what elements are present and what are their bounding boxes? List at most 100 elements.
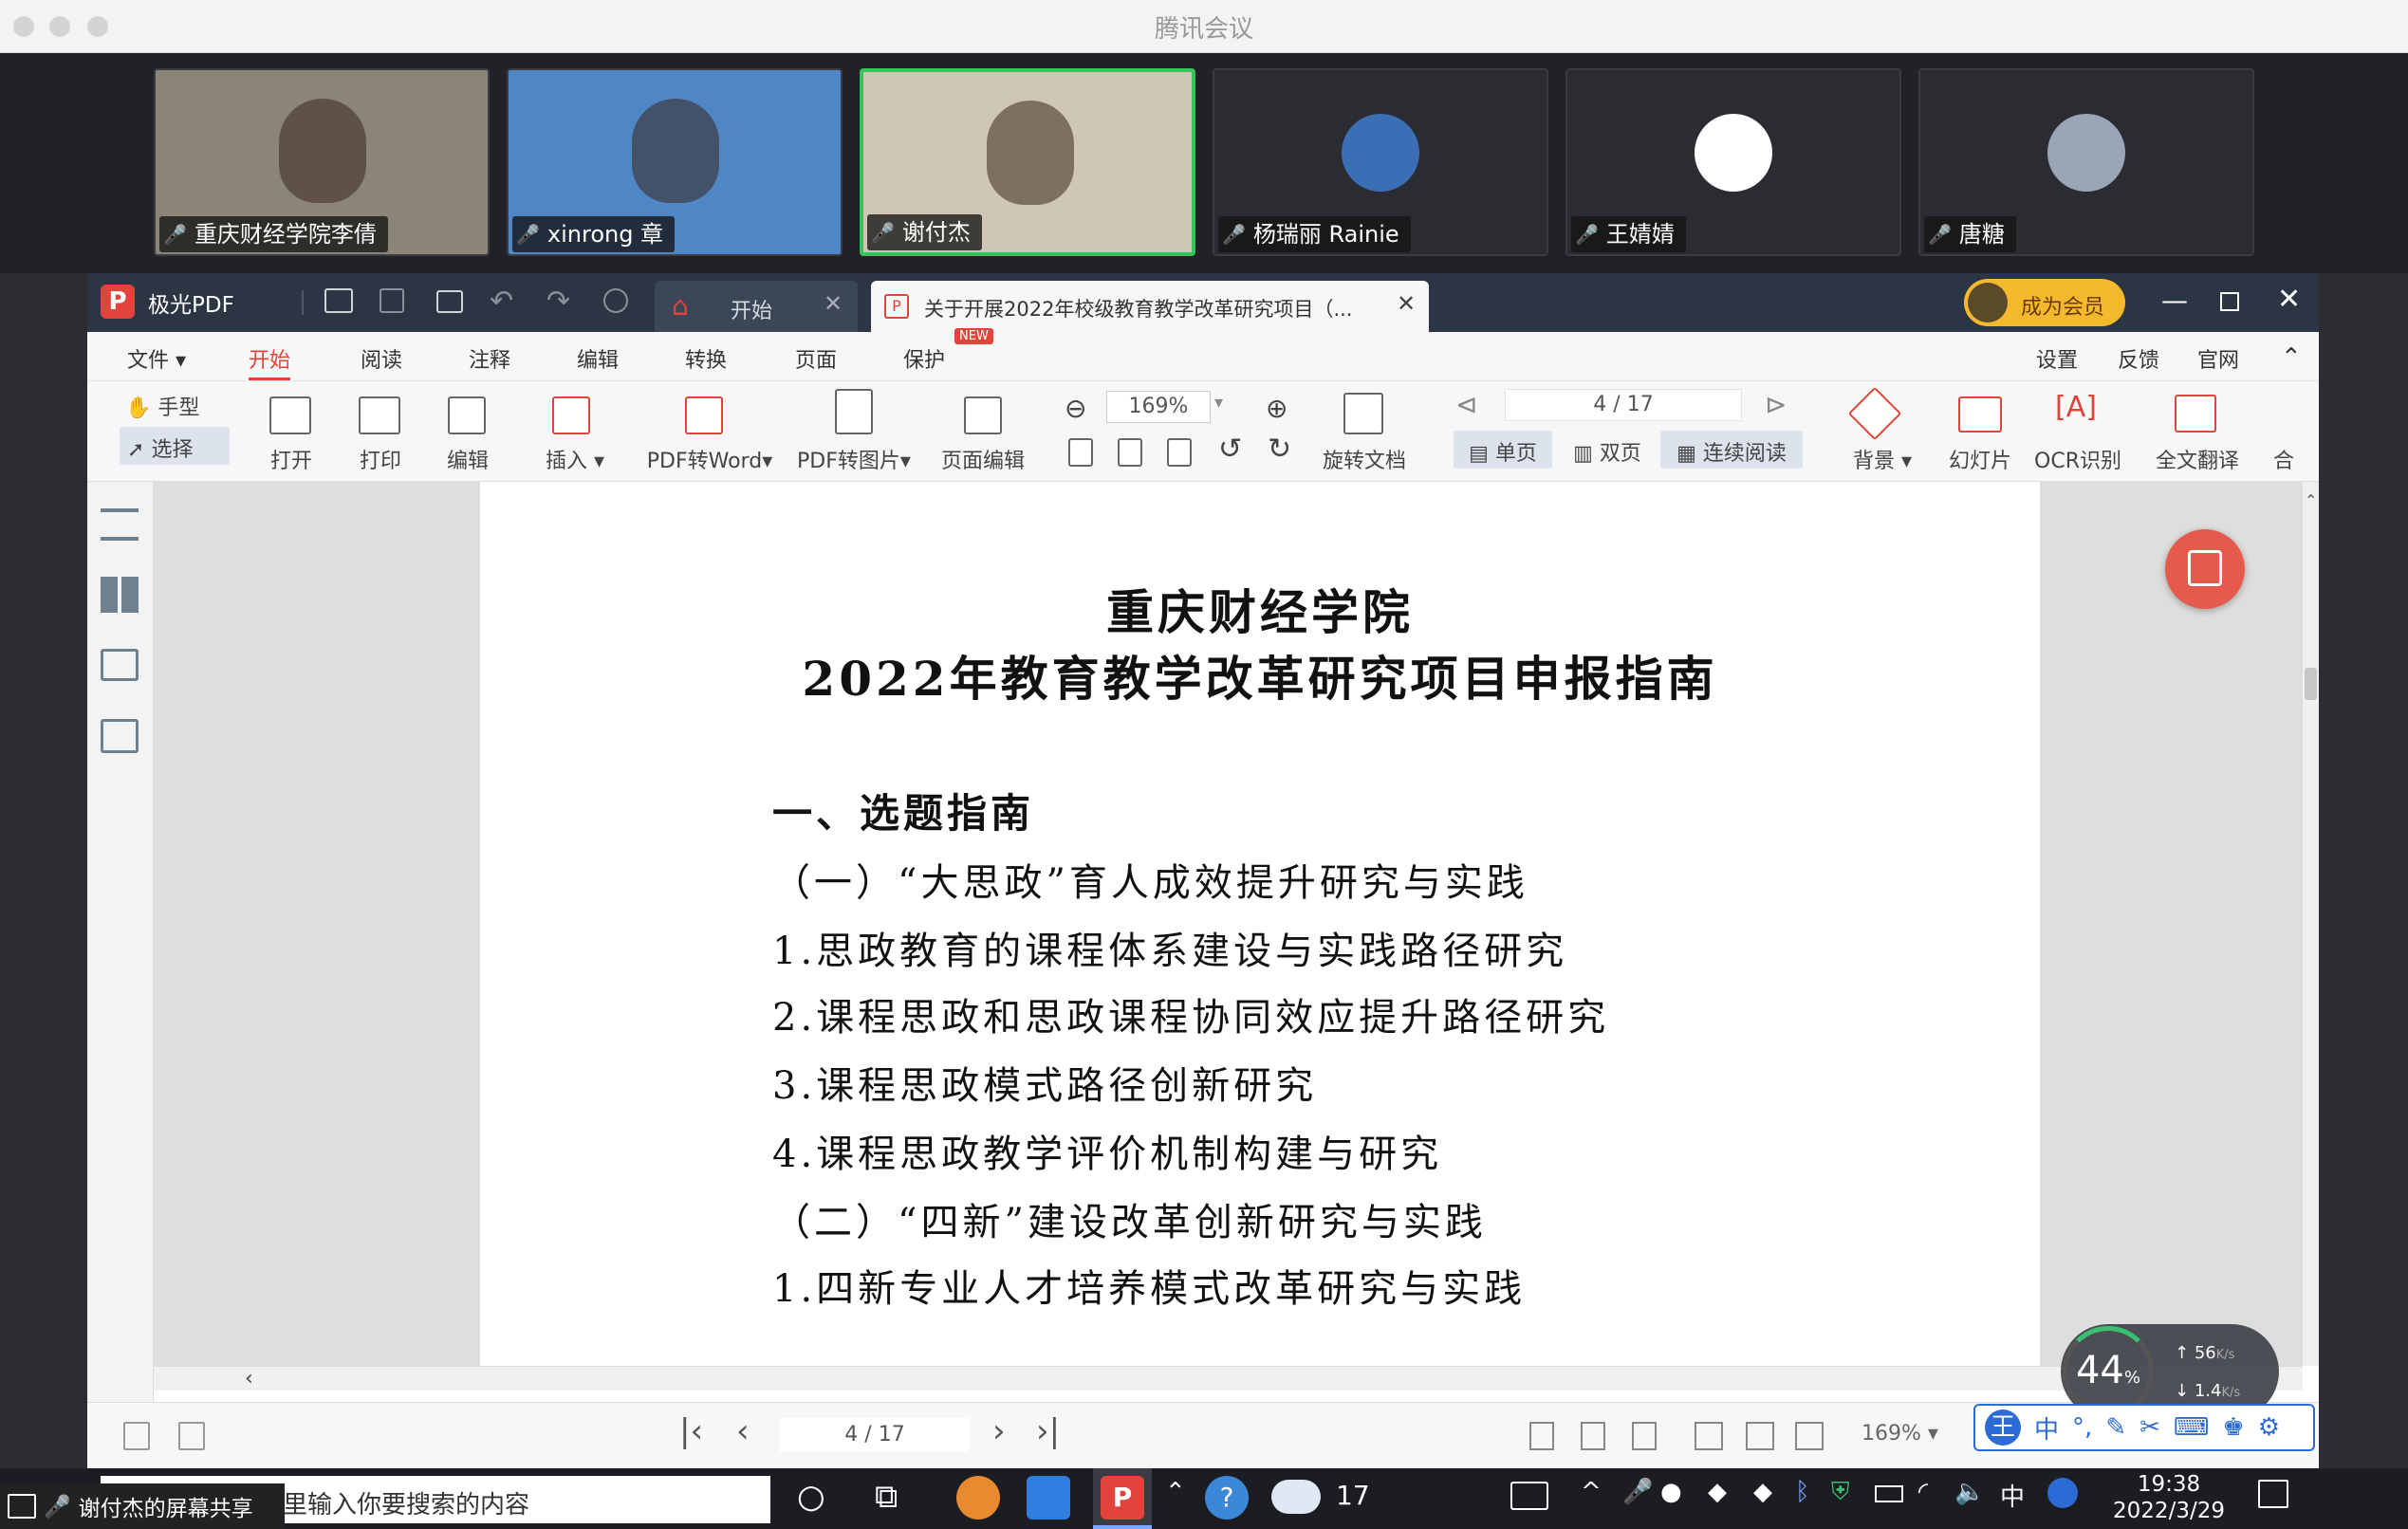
tab-home[interactable]: ⌂ 开始 ✕ [655,281,858,332]
menu-item[interactable]: 页面 [795,343,837,374]
cortana-icon[interactable]: ○ [797,1478,825,1516]
search-panel-icon[interactable] [101,719,139,753]
single-view-icon[interactable] [1746,1422,1774,1450]
volume-icon[interactable]: 🔈 [1954,1478,1985,1506]
zoom-input[interactable]: 169% [1106,391,1211,423]
actual-size-icon[interactable] [1068,438,1093,467]
bluetooth-icon[interactable]: ᛒ [1795,1478,1810,1506]
minimize-icon[interactable]: — [2161,285,2188,316]
pdf-to-image-button[interactable]: PDF转图片▾ [795,444,913,474]
double-view-icon[interactable] [1795,1422,1824,1450]
stamp-icon[interactable] [603,288,628,313]
translate-button[interactable]: 全文翻译 [2152,444,2243,474]
document-viewer[interactable]: 重庆财经学院 2022年教育教学改革研究项目申报指南 一、选题指南 （一）“大思… [154,482,2303,1366]
menu-settings[interactable]: 设置 [2036,343,2078,374]
close-icon[interactable]: ✕ [2277,283,2301,316]
rotate-left-icon[interactable]: ↺ [1218,433,1242,466]
pdf-to-word-button[interactable]: PDF转Word▾ [643,444,776,474]
punctuation-icon[interactable]: °, [2072,1413,2092,1442]
member-button[interactable]: 成为会员 [1964,279,2125,326]
first-page-icon[interactable]: |‹ [679,1412,703,1450]
ime-tray-icon[interactable] [2047,1478,2078,1508]
menu-item[interactable]: 保护 [903,343,945,374]
zoom-dropdown-icon[interactable]: ▾ [1214,393,1223,413]
sidebar-toggle-icon[interactable] [123,1422,150,1450]
prev-page-icon[interactable]: ‹ [736,1412,750,1450]
scissors-icon[interactable]: ✂ [2139,1413,2160,1442]
menu-item[interactable]: 阅读 [361,343,402,374]
menu-feedback[interactable]: 反馈 [2118,343,2159,374]
tray-app-icon[interactable]: ● [1660,1478,1682,1506]
meeting-app-icon[interactable] [1027,1476,1070,1520]
tray-app-icon[interactable]: ◆ [1753,1478,1772,1506]
clock-date[interactable]: 2022/3/29 [2102,1499,2235,1523]
expand-icon[interactable]: ⌃ [1165,1478,1186,1506]
continuous-view-icon[interactable] [1695,1422,1723,1450]
hand-tool[interactable]: ✋ 手型 [125,391,211,421]
ocr-button[interactable]: OCR识别 [2032,444,2123,474]
clock-time[interactable]: 19:38 [2121,1472,2216,1497]
pdf-taskbar-button[interactable]: P [1093,1468,1152,1529]
single-page-button[interactable]: ▤ 单页 [1454,431,1552,469]
scroll-thumb[interactable] [2305,668,2317,700]
outline-icon[interactable] [101,508,139,541]
panel-toggle-icon[interactable] [178,1422,205,1450]
menu-item[interactable]: 编辑 [577,343,619,374]
annotations-icon[interactable] [101,649,139,681]
participant-tile[interactable]: 🎤 xinrong 章 [507,68,843,256]
device-icon[interactable] [1510,1482,1548,1510]
vertical-scrollbar[interactable]: ⌃ [2303,482,2319,1366]
close-tab-icon[interactable]: ✕ [1397,290,1416,317]
rotate-right-icon[interactable]: ↻ [1268,433,1291,466]
participant-tile[interactable]: 🎤 王婧婧 [1565,68,1901,256]
fit-page-icon[interactable] [1581,1422,1605,1450]
menu-file[interactable]: 文件 ▾ [127,343,186,374]
collapse-ribbon-icon[interactable]: ⌃ [2281,343,2302,372]
convert-float-button[interactable] [2165,529,2245,609]
page-number-input[interactable]: 4 / 17 [1505,389,1742,421]
settings-icon[interactable]: ⚙ [2258,1413,2280,1442]
fit-width-icon[interactable] [1632,1422,1657,1450]
page-edit-button[interactable]: 页面编辑 [937,444,1028,474]
fit-width-icon[interactable] [1167,438,1192,467]
menu-item[interactable]: 开始 [249,343,291,380]
participant-tile[interactable]: 🎤 唐糖 [1918,68,2254,256]
help-icon[interactable]: ? [1205,1476,1249,1520]
status-page-input[interactable]: 4 / 17 [780,1418,970,1452]
last-page-icon[interactable]: ›| [1036,1412,1060,1450]
print-button[interactable]: 打印 [347,444,414,474]
open-button[interactable]: 打开 [258,444,324,474]
tab-document[interactable]: P 关于开展2022年校级教育教学改革研究项目（... ✕ [871,281,1429,332]
zoom-in-icon[interactable]: ⊕ [1266,393,1287,424]
horizontal-scrollbar[interactable]: ‹ [154,1366,2303,1391]
double-page-button[interactable]: ▥ 双页 [1560,431,1655,469]
zoom-out-icon[interactable]: ⊖ [1065,393,1086,424]
slideshow-button[interactable]: 幻灯片 [1947,444,2013,474]
save-icon[interactable] [380,288,404,313]
menu-item[interactable]: 注释 [469,343,510,374]
input-language[interactable]: 中 [2000,1478,2025,1513]
participant-tile[interactable]: 🎤 杨瑞丽 Rainie [1213,68,1548,256]
undo-icon[interactable]: ↶ [490,285,513,318]
ime-toolbar[interactable]: 王 中 °, ✎ ✂ ⌨ ♚ ⚙ [1973,1404,2315,1451]
open-folder-icon[interactable] [324,288,353,313]
fit-page-icon[interactable] [1118,438,1142,467]
weather-temp[interactable]: 17 [1336,1480,1370,1511]
select-tool[interactable]: ➚ 选择 [120,427,230,465]
status-zoom[interactable]: 169% ▾ [1862,1422,1938,1446]
wifi-icon[interactable]: ◜ [1918,1478,1928,1506]
handwriting-icon[interactable]: ✎ [2105,1413,2126,1442]
tray-expand-icon[interactable]: ^ [1581,1478,1602,1506]
keyboard-icon[interactable]: ⌨ [2174,1413,2210,1442]
next-page-icon[interactable]: › [992,1412,1006,1450]
ime-mode[interactable]: 中 [2034,1410,2059,1446]
participant-tile[interactable]: 🎤 谢付杰 [860,68,1195,256]
participant-tile[interactable]: 🎤 重庆财经学院李倩 [154,68,490,256]
next-page-icon[interactable]: ⊳ [1765,389,1787,420]
edit-button[interactable]: 编辑 [435,444,501,474]
security-icon[interactable]: ⛨ [1831,1478,1850,1507]
background-button[interactable]: 背景 ▾ [1844,444,1920,474]
tray-app-icon[interactable]: ◆ [1708,1478,1727,1506]
menu-item[interactable]: 转换 [685,343,727,374]
print-icon[interactable] [436,290,463,313]
